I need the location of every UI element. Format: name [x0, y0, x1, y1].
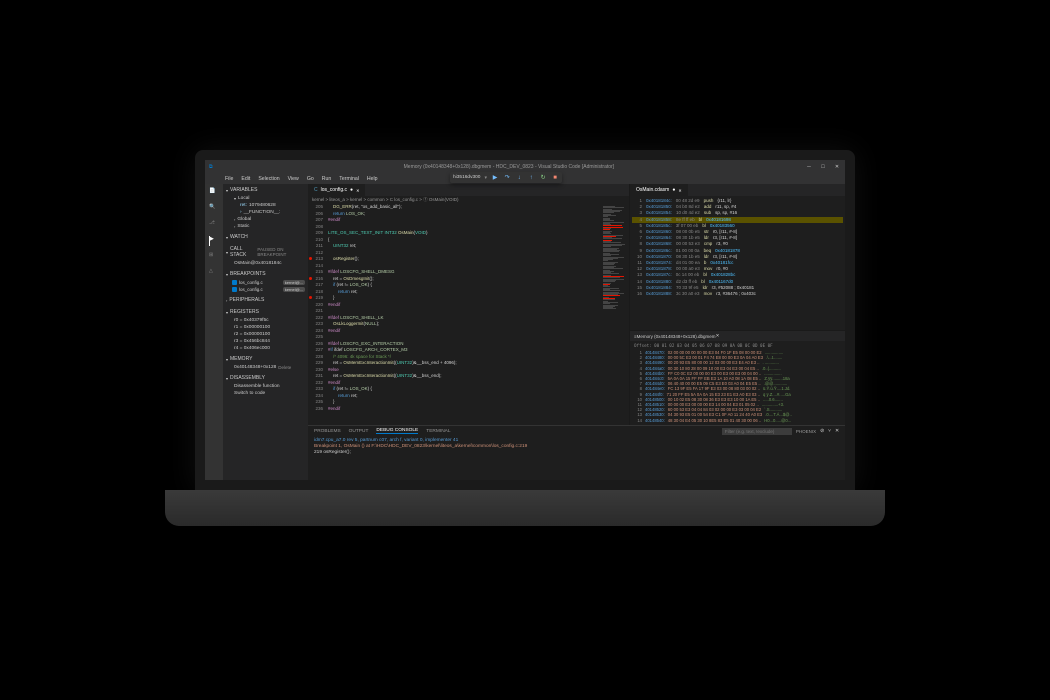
maximize-button[interactable]: □ [819, 163, 827, 171]
line-gutter: 2052062072082092102112122132142152162172… [308, 204, 326, 425]
restart-icon[interactable]: ↻ [539, 174, 547, 182]
debug-icon[interactable]: ▶ [209, 236, 219, 246]
memory-body[interactable]: 140148470:02 00 00 00 00 00 00 E3 04 F0 … [630, 349, 845, 425]
watch-section[interactable]: ▾Watch [226, 232, 305, 242]
menu-selection[interactable]: Selection [258, 176, 279, 182]
menu-view[interactable]: View [288, 176, 299, 182]
menu-run[interactable]: Run [322, 176, 332, 182]
close-icon[interactable]: ✕ [678, 188, 681, 193]
disassembly-view[interactable]: 10x4018184c: 00 48 2d e9 push {r11, lr}2… [630, 196, 845, 330]
memory-expr[interactable]: 0x40148348+0x128 Delete [226, 364, 305, 371]
tab-osmain-cdasm[interactable]: OsMain.cdasm●✕ [630, 184, 688, 196]
variables-static[interactable]: ›Static [226, 223, 305, 230]
minimize-button[interactable]: ─ [805, 163, 813, 171]
close-icon[interactable]: ✕ [835, 429, 839, 434]
search-icon[interactable]: 🔍 [209, 204, 219, 214]
laptop-base [165, 490, 885, 526]
stop-icon[interactable]: ■ [551, 174, 559, 182]
variable-row[interactable]: › __FUNCTION__: [226, 209, 305, 216]
register-row[interactable]: r4 = 0x406ec000 [226, 345, 305, 352]
register-row[interactable]: r2 = 0x00000100 [226, 331, 305, 338]
panel-tab-problems[interactable]: Problems [314, 429, 341, 434]
registers-section[interactable]: ▾Registers [226, 307, 305, 317]
debug-console-output[interactable]: idm7.cpu_a7.0 rev 5, partnum c07, arch f… [308, 436, 845, 480]
memory-tab[interactable]: ≡ Memory (0x40148348+0x128).dbgmem ✕ [630, 331, 845, 341]
memory-section[interactable]: ▾Memory [226, 354, 305, 364]
breakpoint-row[interactable]: los_config.ckernel@... [226, 279, 305, 286]
left-editor-pane: Clos_config.c●✕ kernel > liteos_a > kern… [308, 184, 630, 425]
minimap[interactable] [601, 204, 629, 425]
step-into-icon[interactable]: ↓ [515, 174, 523, 182]
debug-toolbar: hi3516dv300 ▾ ▶ ↷ ↓ ↑ ↻ ■ [450, 172, 562, 183]
step-out-icon[interactable]: ↑ [527, 174, 535, 182]
screen-bezel: ⧉ Memory (0x40148348+0x128).dbgmem - HDC… [195, 150, 855, 490]
memory-view: ≡ Memory (0x40148348+0x128).dbgmem ✕ Off… [630, 330, 845, 425]
laptop-frame: ⧉ Memory (0x40148348+0x128).dbgmem - HDC… [195, 150, 855, 530]
variables-global[interactable]: ›Global [226, 216, 305, 223]
panel-tab-terminal[interactable]: Terminal [426, 429, 450, 434]
variables-section[interactable]: ▾Variables [226, 185, 305, 195]
register-row[interactable]: r3 = 0x456bc844 [226, 338, 305, 345]
memory-header: Offset: 00 01 02 03 04 05 06 07 08 09 0A… [630, 341, 845, 349]
variables-local[interactable]: ▾Local [226, 195, 305, 202]
callstack-frame[interactable]: OsMain@0x4018184c [226, 260, 305, 267]
panel-tab-debug-console[interactable]: Debug Console [376, 428, 418, 434]
tab-los-config[interactable]: Clos_config.c●✕ [308, 184, 365, 196]
step-over-icon[interactable]: ↷ [503, 174, 511, 182]
breadcrumb[interactable]: kernel > liteos_a > kernel > common > C … [308, 196, 629, 204]
scm-icon[interactable]: ⎇ [209, 220, 219, 230]
menu-file[interactable]: File [225, 176, 233, 182]
panel-tab-output[interactable]: Output [349, 429, 369, 434]
close-button[interactable]: ✕ [833, 163, 841, 171]
menu-edit[interactable]: Edit [241, 176, 250, 182]
explorer-icon[interactable]: 📄 [209, 188, 219, 198]
editor-tabs-left: Clos_config.c●✕ [308, 184, 629, 196]
panel-filter-input[interactable] [722, 428, 792, 435]
register-row[interactable]: r0 = 0x40379f5c [226, 317, 305, 324]
debug-sidebar: ▾Variables ▾Local ret: 1079480628 › __FU… [223, 184, 308, 480]
test-icon[interactable]: △ [209, 268, 219, 278]
panel-badge: PHOENIX [796, 429, 816, 434]
callstack-section[interactable]: ▾Call Stack PAUSED ON BREAKPOINT [226, 244, 305, 260]
disassembly-section[interactable]: ▾Disassembly [226, 373, 305, 383]
variable-row[interactable]: ret: 1079480628 [226, 202, 305, 209]
activity-bar: 📄 🔍 ⎇ ▶ ⊞ △ [205, 184, 223, 480]
chevron-down-icon[interactable]: ˅ [828, 429, 831, 434]
breakpoints-section[interactable]: ▾Breakpoints [226, 269, 305, 279]
window-title: Memory (0x40148348+0x128).dbgmem - HDC_D… [213, 164, 805, 170]
register-row[interactable]: r1 = 0x00000100 [226, 324, 305, 331]
menu-go[interactable]: Go [307, 176, 314, 182]
debug-config-select[interactable]: hi3516dv300 [453, 175, 480, 180]
editor-tabs-right: OsMain.cdasm●✕ [630, 184, 845, 196]
menu-help[interactable]: Help [367, 176, 378, 182]
checkbox-icon[interactable] [232, 280, 237, 285]
disassemble-function[interactable]: Disassemble function [226, 383, 305, 390]
code-editor[interactable]: DG_ERR(ret, "os_add_basic_all"); return … [326, 204, 601, 425]
close-icon[interactable]: ✕ [356, 188, 359, 193]
menu-terminal[interactable]: Terminal [339, 176, 359, 182]
editor-area: Clos_config.c●✕ kernel > liteos_a > kern… [308, 184, 845, 480]
continue-icon[interactable]: ▶ [491, 174, 499, 182]
switch-to-code[interactable]: Switch to code [226, 390, 305, 397]
breakpoint-row[interactable]: los_config.ckernel@... [226, 286, 305, 293]
peripherals-section[interactable]: ›Peripherals [226, 295, 305, 305]
bottom-panel: Problems Output Debug Console Terminal P… [308, 425, 845, 480]
right-editor-pane: OsMain.cdasm●✕ 10x4018184c: 00 48 2d e9 … [630, 184, 845, 425]
clear-icon[interactable]: ⊘ [820, 429, 824, 434]
vscode-window: ⧉ Memory (0x40148348+0x128).dbgmem - HDC… [205, 160, 845, 480]
checkbox-icon[interactable] [232, 287, 237, 292]
extensions-icon[interactable]: ⊞ [209, 252, 219, 262]
